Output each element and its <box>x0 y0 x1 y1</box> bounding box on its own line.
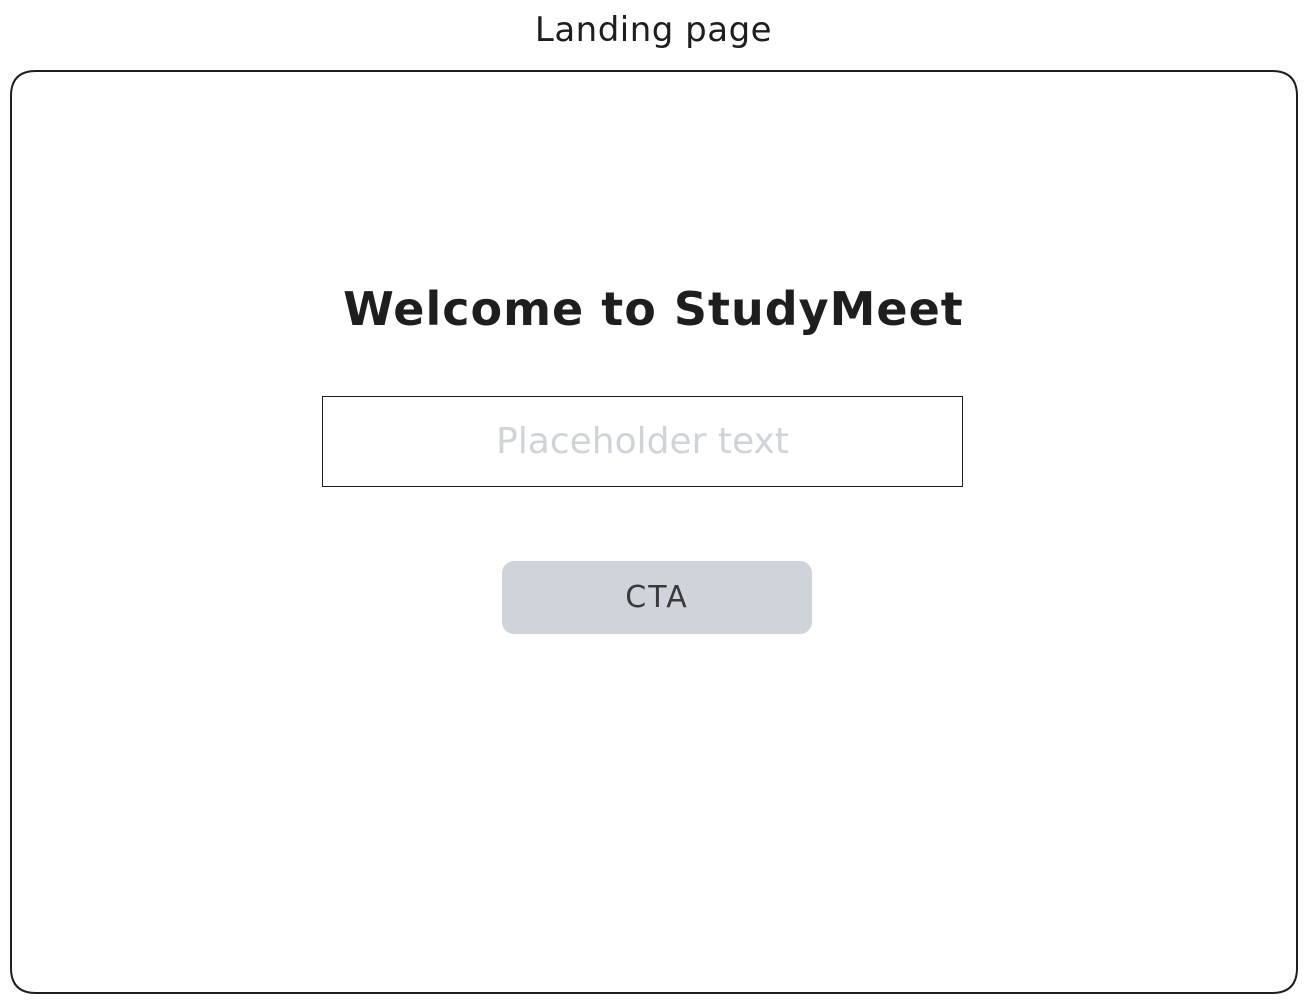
frame-outline <box>10 70 1298 994</box>
landing-page-frame <box>10 70 1298 994</box>
page-heading: Welcome to StudyMeet <box>343 282 964 336</box>
main-text-input[interactable] <box>323 397 962 486</box>
cta-button[interactable]: CTA <box>502 561 812 634</box>
text-input-box[interactable] <box>322 396 963 487</box>
frame-title: Landing page <box>534 10 773 50</box>
